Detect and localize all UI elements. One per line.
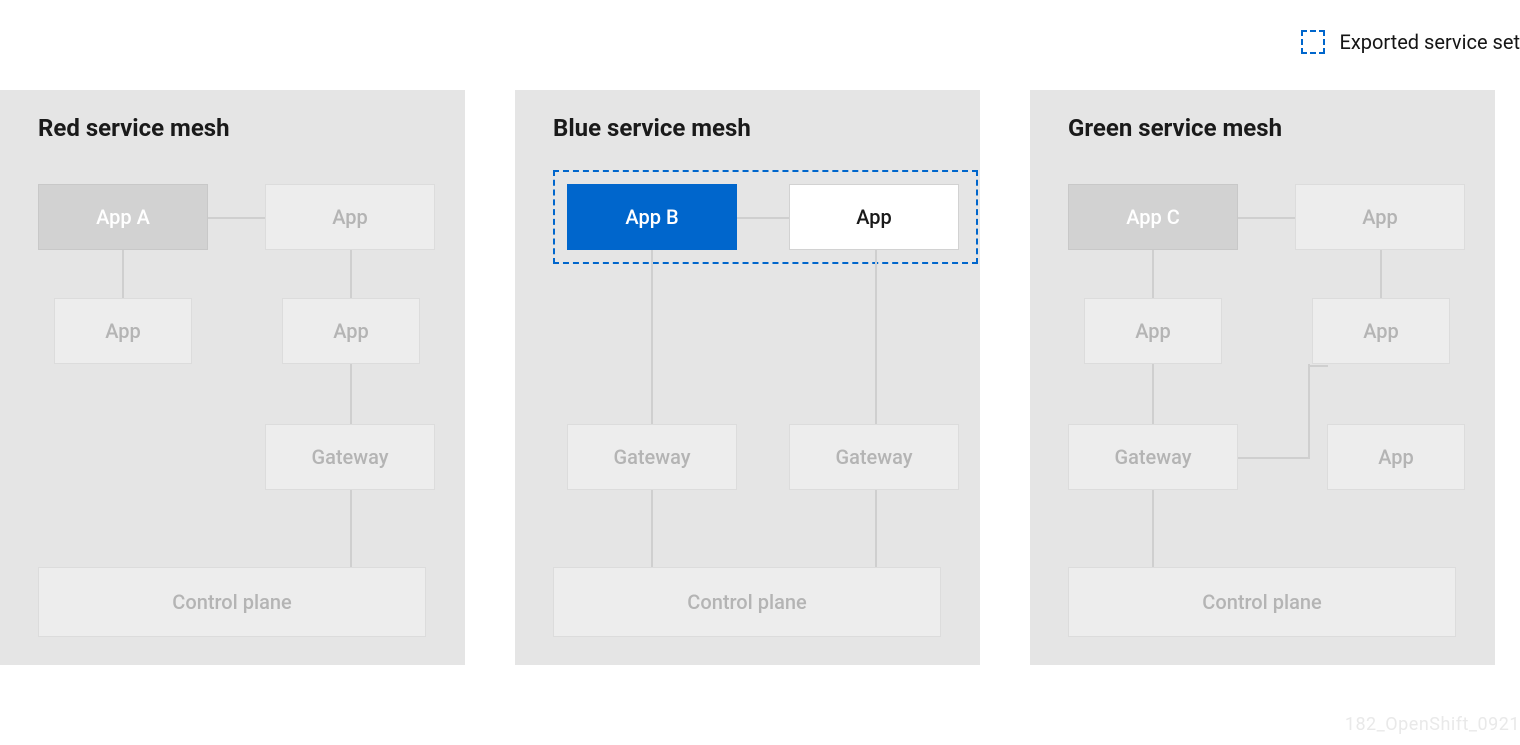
- panel-red-mesh: Red service mesh App A App App App Gatew…: [0, 90, 465, 665]
- node-app: App: [54, 298, 192, 364]
- node-app: App: [1312, 298, 1450, 364]
- panel-title-green: Green service mesh: [1068, 114, 1282, 142]
- diagram-viewport: Exported service set Red service mesh Ap…: [0, 0, 1520, 745]
- edge: [875, 490, 877, 567]
- edge: [208, 217, 268, 219]
- node-app: App: [265, 184, 435, 250]
- node-app-c: App C: [1068, 184, 1238, 250]
- panel-green-mesh: Green service mesh App C App App App App…: [1030, 90, 1495, 665]
- edge: [122, 250, 124, 298]
- node-app: App: [1327, 424, 1465, 490]
- node-gateway: Gateway: [567, 424, 737, 490]
- node-control-plane: Control plane: [553, 567, 941, 637]
- edge: [1235, 457, 1310, 459]
- node-app: App: [282, 298, 420, 364]
- node-control-plane: Control plane: [38, 567, 426, 637]
- edge: [1152, 250, 1154, 298]
- edge: [1152, 490, 1154, 567]
- node-app-a: App A: [38, 184, 208, 250]
- node-app-b: App B: [567, 184, 737, 250]
- edge: [737, 217, 789, 219]
- edge: [350, 364, 352, 424]
- edge: [1152, 364, 1154, 424]
- edge: [875, 250, 877, 424]
- node-app: App: [1295, 184, 1465, 250]
- legend-label: Exported service set: [1339, 30, 1520, 54]
- node-app: App: [789, 184, 959, 250]
- watermark-text: 182_OpenShift_0921: [1345, 714, 1520, 735]
- legend: Exported service set: [1301, 30, 1520, 54]
- node-gateway: Gateway: [789, 424, 959, 490]
- node-control-plane: Control plane: [1068, 567, 1456, 637]
- panel-blue-mesh: Blue service mesh App B App Gateway Gate…: [515, 90, 980, 665]
- edge: [350, 490, 352, 567]
- edge: [1380, 250, 1382, 298]
- node-app: App: [1084, 298, 1222, 364]
- edge: [1238, 217, 1298, 219]
- node-gateway: Gateway: [265, 424, 435, 490]
- edge: [651, 490, 653, 567]
- edge: [1308, 364, 1310, 457]
- edge: [1308, 365, 1328, 367]
- node-gateway: Gateway: [1068, 424, 1238, 490]
- edge: [651, 250, 653, 424]
- legend-swatch-exported-set: [1301, 30, 1325, 54]
- panel-title-blue: Blue service mesh: [553, 114, 751, 142]
- edge: [350, 250, 352, 298]
- panel-title-red: Red service mesh: [38, 114, 230, 142]
